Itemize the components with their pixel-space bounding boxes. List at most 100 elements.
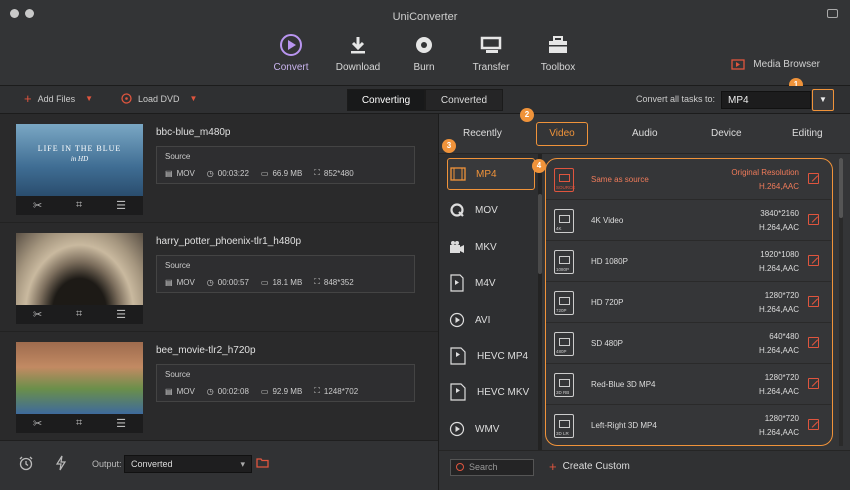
step-badge-2: 2 bbox=[520, 108, 534, 122]
format-label: WMV bbox=[475, 423, 500, 435]
format-item-mp4[interactable]: MP4 bbox=[447, 158, 535, 190]
resolution-list-scrollbar[interactable] bbox=[839, 158, 843, 446]
output-select[interactable]: Converted ▾ bbox=[124, 455, 252, 473]
format-item-wmv[interactable]: WMV bbox=[447, 413, 535, 445]
format-item-m4v[interactable]: M4V bbox=[447, 267, 535, 299]
resolution-codec: H.264,AAC bbox=[758, 305, 799, 314]
format-label: M4V bbox=[475, 277, 496, 289]
trim-icon[interactable]: ✂ bbox=[33, 308, 42, 321]
create-custom-button[interactable]: + Create Custom bbox=[549, 460, 630, 473]
effects-icon[interactable]: ☰ bbox=[116, 199, 126, 212]
trim-icon[interactable]: ✂ bbox=[33, 199, 42, 212]
tab-audio[interactable]: Audio bbox=[632, 128, 658, 139]
tab-toolbox[interactable]: Toolbox bbox=[518, 32, 598, 73]
add-files-button[interactable]: + Add Files ▼ bbox=[24, 91, 93, 106]
tab-video[interactable]: Video bbox=[536, 122, 588, 146]
resolution-item-480p[interactable]: 480P SD 480P 640*480 H.264,AAC bbox=[546, 323, 831, 364]
video-thumbnail[interactable]: LIFE IN THE BLUE in HD bbox=[16, 124, 143, 196]
format-list: MP4 MOV MKV M4V AVI HEVC MP4 HEVC MKV WM… bbox=[439, 154, 539, 450]
resolution-item-1080p[interactable]: 1080P HD 1080P 1920*1080 H.264,AAC bbox=[546, 241, 831, 282]
format-label: MOV bbox=[475, 204, 498, 216]
source-info: Source ▤ MOV ◷ 00:02:08 ▭ 92.9 MB ⛶ 1248*702 bbox=[156, 364, 415, 402]
crop-icon[interactable]: ⌗ bbox=[76, 308, 82, 321]
file-tag: 480P bbox=[556, 349, 567, 354]
edit-icon[interactable] bbox=[808, 255, 819, 266]
effects-icon[interactable]: ☰ bbox=[116, 417, 126, 430]
edit-icon[interactable] bbox=[808, 296, 819, 307]
resolution-name: Same as source bbox=[591, 175, 649, 184]
clock-icon: ◷ bbox=[206, 277, 214, 287]
video-file-icon: 1080P bbox=[554, 250, 574, 274]
file-tag: 3D RB bbox=[556, 390, 570, 395]
edit-icon[interactable] bbox=[808, 214, 819, 225]
convert-all-select[interactable]: MP4 bbox=[721, 91, 811, 109]
resolution-item-red-blue-3d[interactable]: 3D RB Red-Blue 3D MP4 1280*720 H.264,AAC bbox=[546, 364, 831, 405]
convert-all-dropdown-button[interactable]: ▼ bbox=[812, 89, 834, 111]
resolution-name: SD 480P bbox=[591, 339, 624, 348]
tab-download-label: Download bbox=[335, 62, 381, 73]
resolution-size: 1280*720 bbox=[764, 373, 799, 382]
resolution-item-720p[interactable]: 720P HD 720P 1280*720 H.264,AAC bbox=[546, 282, 831, 323]
effects-icon[interactable]: ☰ bbox=[116, 308, 126, 321]
format-item-avi[interactable]: AVI bbox=[447, 304, 535, 336]
format-item-mkv[interactable]: MKV bbox=[447, 231, 535, 263]
format-list-scrollbar[interactable] bbox=[538, 154, 542, 450]
tab-device[interactable]: Device bbox=[711, 128, 742, 139]
resolution-item-4k[interactable]: 4K 4K Video 3840*2160 H.264,AAC bbox=[546, 200, 831, 241]
plus-icon: + bbox=[24, 91, 32, 106]
file-name: bbc-blue_m480p bbox=[156, 127, 231, 138]
resolution: 1248*702 bbox=[323, 386, 359, 396]
load-dvd-button[interactable]: Load DVD ▼ bbox=[121, 93, 197, 104]
edit-icon[interactable] bbox=[808, 173, 819, 184]
crop-icon[interactable]: ⌗ bbox=[76, 417, 82, 430]
edit-icon[interactable] bbox=[808, 337, 819, 348]
chevron-down-icon[interactable]: ▼ bbox=[85, 94, 93, 103]
tab-burn-label: Burn bbox=[413, 62, 435, 73]
crop-icon[interactable]: ⌗ bbox=[76, 199, 82, 212]
video-thumbnail[interactable] bbox=[16, 342, 143, 414]
thumbnail-subtitle: in HD bbox=[70, 155, 89, 163]
trim-icon[interactable]: ✂ bbox=[33, 417, 42, 430]
output-label: Output: bbox=[92, 459, 122, 469]
tab-converted[interactable]: Converted bbox=[425, 89, 503, 111]
file-row[interactable]: ✂ ⌗ ☰ harry_potter_phoenix-tlr1_h480p So… bbox=[0, 223, 440, 332]
message-icon[interactable] bbox=[827, 9, 838, 18]
file-row[interactable]: ✂ ⌗ ☰ bee_movie-tlr2_h720p Source ▤ MOV ◷… bbox=[0, 332, 440, 441]
lightning-icon[interactable] bbox=[55, 455, 67, 471]
resolution-item-same-as-source[interactable]: SOURCE Same as source Original Resolutio… bbox=[546, 159, 831, 200]
add-files-label: Add Files bbox=[37, 93, 76, 104]
main-nav: Convert Download Burn Transfer Toolbox bbox=[0, 32, 850, 89]
bottom-bar: Output: Converted ▾ bbox=[0, 440, 440, 490]
format-label: MKV bbox=[475, 241, 497, 253]
alarm-clock-icon[interactable] bbox=[18, 455, 34, 471]
thumbnail-title: LIFE IN THE BLUE bbox=[37, 144, 122, 153]
format-item-hevc-mkv[interactable]: HEVC MKV bbox=[447, 376, 535, 408]
resolution-size: 1920*1080 bbox=[760, 250, 799, 259]
hevc-file-icon bbox=[450, 347, 466, 365]
play-circle-icon bbox=[449, 421, 465, 437]
tab-editing[interactable]: Editing bbox=[792, 128, 823, 139]
resolution-name: Left-Right 3D MP4 bbox=[591, 421, 657, 430]
search-input[interactable]: Search bbox=[450, 459, 534, 476]
format: MOV bbox=[176, 386, 195, 396]
file-tag: 3D LR bbox=[556, 431, 569, 436]
video-file-icon: 720P bbox=[554, 291, 574, 315]
tab-recently[interactable]: Recently bbox=[463, 128, 502, 139]
source-label: Source bbox=[165, 370, 191, 379]
tab-converting[interactable]: Converting bbox=[347, 89, 425, 111]
format-item-hevc-mp4[interactable]: HEVC MP4 bbox=[447, 340, 535, 372]
title-toolbar: UniConverter Convert Download Burn Trans… bbox=[0, 0, 850, 92]
format-item-mov[interactable]: MOV bbox=[447, 194, 535, 226]
format-label: HEVC MKV bbox=[477, 386, 530, 398]
duration: 00:02:08 bbox=[217, 386, 249, 396]
edit-icon[interactable] bbox=[808, 419, 819, 430]
file-row[interactable]: LIFE IN THE BLUE in HD ✂ ⌗ ☰ bbc-blue_m4… bbox=[0, 114, 440, 223]
media-browser-button[interactable]: Media Browser bbox=[731, 58, 820, 70]
edit-icon[interactable] bbox=[808, 378, 819, 389]
chevron-down-icon[interactable]: ▼ bbox=[190, 94, 198, 103]
open-folder-icon[interactable] bbox=[256, 457, 270, 469]
file-size: 66.9 MB bbox=[272, 168, 303, 178]
video-thumbnail[interactable] bbox=[16, 233, 143, 305]
tab-toolbox-label: Toolbox bbox=[540, 62, 576, 73]
resolution-item-left-right-3d[interactable]: 3D LR Left-Right 3D MP4 1280*720 H.264,A… bbox=[546, 405, 831, 445]
